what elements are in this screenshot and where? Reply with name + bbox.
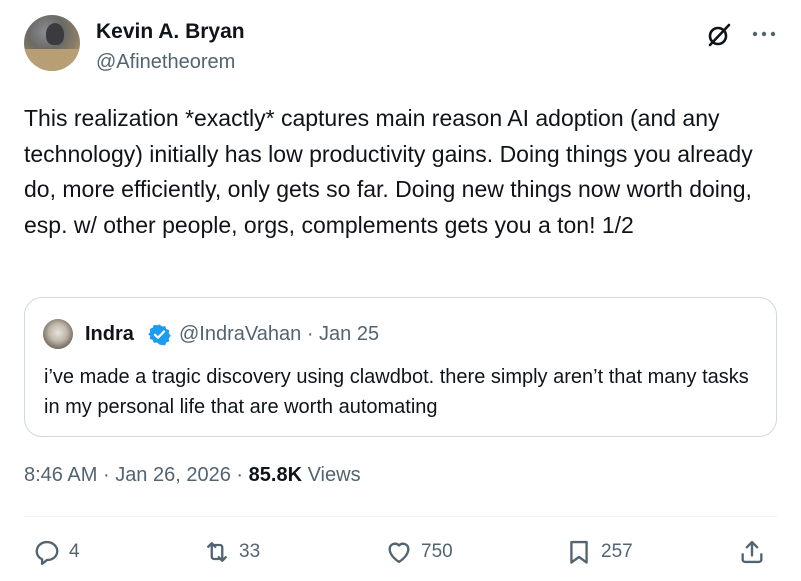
tweet-meta: 8:46 AM · Jan 26, 2026 · 85.8K Views (24, 464, 361, 487)
bookmark-count: 257 (601, 541, 633, 562)
verified-badge-icon (148, 324, 171, 346)
avatar-ground (24, 49, 80, 71)
meta-separator-2: · (236, 464, 244, 486)
quoted-author-name: Indra (85, 323, 134, 345)
views-count: 85.8K (248, 464, 303, 486)
reply-count: 4 (69, 541, 80, 562)
quoted-date[interactable]: Jan 25 (319, 323, 379, 345)
grok-icon[interactable] (706, 22, 732, 48)
views-label: Views (307, 464, 361, 486)
reply-icon (35, 540, 59, 566)
quoted-author-avatar[interactable] (43, 319, 73, 349)
retweet-icon (207, 542, 227, 562)
quoted-handle-date: @IndraVahan · Jan 25 (179, 323, 379, 346)
retweet-button[interactable]: 33 (203, 537, 260, 567)
share-icon (741, 540, 763, 564)
author-avatar[interactable] (24, 15, 80, 71)
avatar-figure (46, 23, 64, 45)
share-button[interactable] (738, 537, 766, 567)
quoted-author-handle: @IndraVahan (179, 323, 302, 345)
tweet-text: This realization *exactly* captures main… (24, 105, 760, 238)
retweet-count: 33 (239, 541, 261, 562)
tweet-date[interactable]: Jan 26, 2026 (115, 464, 231, 486)
author-name[interactable]: Kevin A. Bryan (96, 20, 245, 44)
reply-button[interactable]: 4 (33, 537, 80, 567)
tweet-time[interactable]: 8:46 AM (24, 464, 97, 486)
divider (24, 516, 777, 517)
author-handle[interactable]: @Afinetheorem (96, 51, 235, 74)
quoted-tweet[interactable]: Indra @IndraVahan · Jan 25 i’ve made a t… (24, 297, 777, 437)
like-button[interactable]: 750 (385, 537, 453, 567)
bookmark-icon (570, 540, 588, 564)
like-count: 750 (421, 541, 453, 562)
bookmark-button[interactable]: 257 (565, 537, 633, 567)
like-icon (388, 542, 410, 564)
more-icon[interactable] (750, 22, 778, 46)
meta-separator: · (102, 464, 110, 486)
quoted-text: i’ve made a tragic discovery using clawd… (44, 366, 749, 418)
quoted-separator: · (306, 323, 314, 345)
